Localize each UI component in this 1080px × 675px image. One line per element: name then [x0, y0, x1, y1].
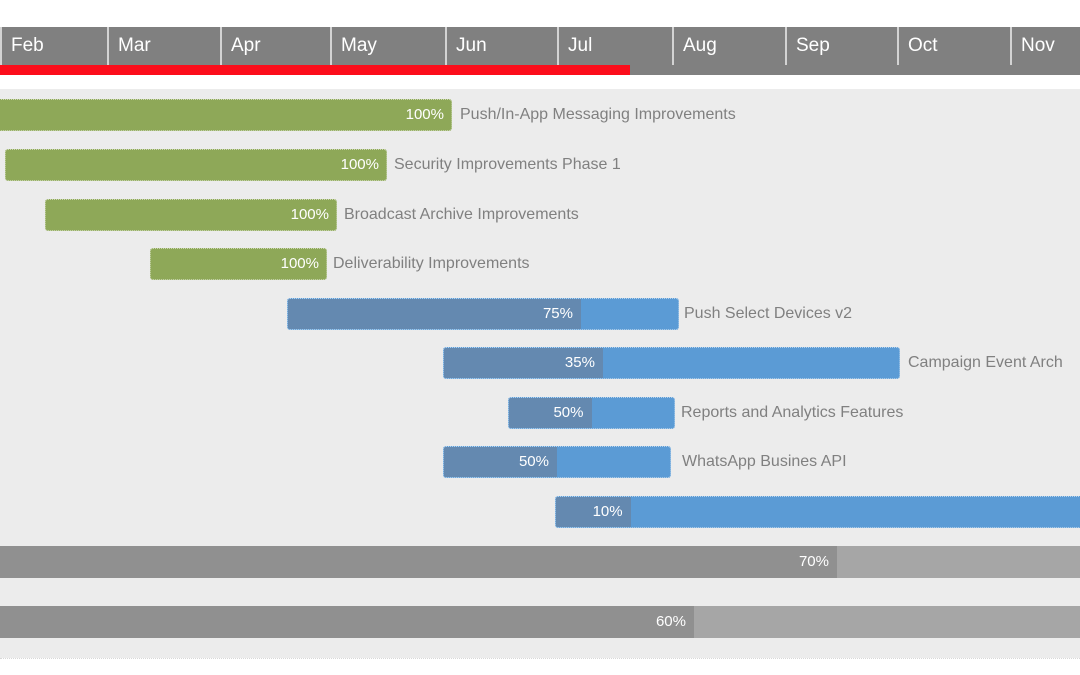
- timeline-month-feb[interactable]: Feb: [0, 27, 107, 65]
- timeline-month-jun[interactable]: Jun: [445, 27, 557, 65]
- task-bar[interactable]: [287, 298, 679, 330]
- bottom-edge-divider: [0, 658, 1080, 675]
- task-percent-label: 100%: [340, 156, 379, 173]
- task-bar[interactable]: [443, 446, 671, 478]
- timeline-month-jul[interactable]: Jul: [557, 27, 672, 65]
- task-row: 100% Deliverability Improvements: [0, 248, 1080, 298]
- timeline-month-oct[interactable]: Oct: [897, 27, 1010, 65]
- task-bar[interactable]: [5, 149, 387, 181]
- timeline-month-label: Sep: [796, 35, 830, 56]
- task-percent-label: 70%: [798, 553, 829, 570]
- timeline-month-label: Mar: [118, 35, 151, 56]
- task-row: 75% Push Select Devices v2: [0, 298, 1080, 348]
- timeline-month-mar[interactable]: Mar: [107, 27, 220, 65]
- timeline-month-label: Feb: [11, 35, 44, 56]
- task-percent-label: 75%: [542, 305, 573, 322]
- task-percent-label: 100%: [405, 106, 444, 123]
- task-bar[interactable]: [555, 496, 1080, 528]
- task-row: 70%: [0, 546, 1080, 596]
- task-bar[interactable]: [0, 606, 1080, 638]
- task-name-label: Deliverability Improvements: [333, 255, 530, 272]
- task-row: 35% Campaign Event Arch: [0, 347, 1080, 397]
- timeline-month-label: Nov: [1021, 35, 1055, 56]
- task-row: 50% WhatsApp Busines API: [0, 446, 1080, 496]
- timeline-month-sep[interactable]: Sep: [785, 27, 897, 65]
- task-bar[interactable]: [0, 99, 452, 131]
- gantt-chart: Feb Mar Apr May Jun Jul Aug Sep Oct Nov 100% Push/…: [0, 0, 1080, 675]
- task-percent-label: 50%: [553, 404, 584, 421]
- task-bar[interactable]: [443, 347, 900, 379]
- header-body-divider: [0, 75, 1080, 89]
- timeline-month-may[interactable]: May: [330, 27, 445, 65]
- task-percent-label: 100%: [280, 255, 319, 272]
- task-bar-progress-fill: [0, 606, 694, 638]
- timeline-month-apr[interactable]: Apr: [220, 27, 330, 65]
- timeline-month-label: Jul: [568, 35, 593, 56]
- timeline-month-label: Aug: [683, 35, 717, 56]
- today-progress-fill: [0, 65, 630, 75]
- task-name-label: WhatsApp Busines API: [682, 453, 847, 470]
- task-row: 100% Broadcast Archive Improvements: [0, 199, 1080, 249]
- task-bar[interactable]: [0, 546, 1080, 578]
- task-row: 100% Security Improvements Phase 1: [0, 149, 1080, 199]
- task-bar-progress-fill: [0, 546, 837, 578]
- task-name-label: Campaign Event Arch: [908, 354, 1063, 371]
- task-row: 50% Reports and Analytics Features: [0, 397, 1080, 447]
- task-percent-label: 100%: [290, 206, 329, 223]
- task-name-label: Push/In-App Messaging Improvements: [460, 106, 736, 123]
- task-row: 10%: [0, 496, 1080, 546]
- task-percent-label: 50%: [518, 453, 549, 470]
- task-bar[interactable]: [508, 397, 675, 429]
- task-name-label: Security Improvements Phase 1: [394, 156, 621, 173]
- task-percent-label: 10%: [592, 503, 623, 520]
- task-row: 100% Push/In-App Messaging Improvements: [0, 99, 1080, 149]
- task-name-label: Reports and Analytics Features: [681, 404, 904, 421]
- timeline-month-label: Jun: [456, 35, 487, 56]
- timeline-header: Feb Mar Apr May Jun Jul Aug Sep Oct Nov: [0, 27, 1080, 65]
- today-progress-track: [0, 65, 1080, 75]
- task-bars-area: 100% Push/In-App Messaging Improvements 10…: [0, 89, 1080, 675]
- task-name-label: Broadcast Archive Improvements: [344, 206, 579, 223]
- timeline-month-nov[interactable]: Nov: [1010, 27, 1080, 65]
- timeline-month-label: May: [341, 35, 377, 56]
- task-row: 60%: [0, 606, 1080, 656]
- task-percent-label: 35%: [564, 354, 595, 371]
- timeline-month-label: Apr: [231, 35, 261, 56]
- timeline-month-label: Oct: [908, 35, 938, 56]
- task-name-label: Push Select Devices v2: [684, 305, 853, 322]
- timeline-month-aug[interactable]: Aug: [672, 27, 785, 65]
- task-percent-label: 60%: [655, 613, 686, 630]
